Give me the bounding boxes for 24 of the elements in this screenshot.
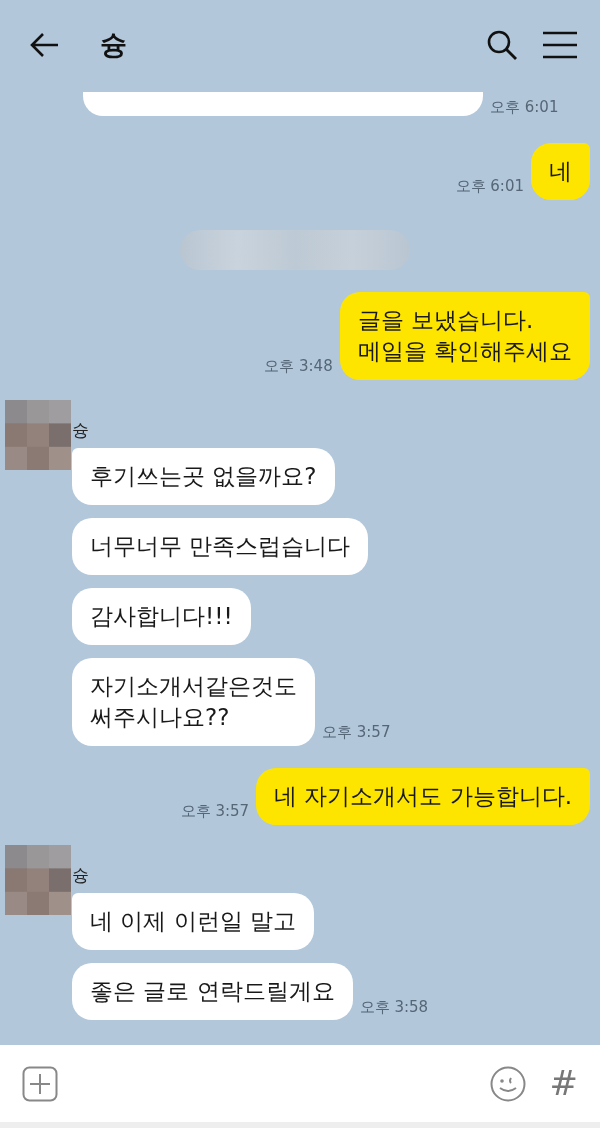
search-icon[interactable]	[486, 29, 518, 61]
message-bubble: 네	[531, 142, 590, 200]
message-time: 오후 3:58	[359, 996, 429, 1018]
chat-title: 슝	[100, 27, 127, 62]
message-bubble: 좋은 글로 연락드릴게요	[72, 962, 353, 1020]
message-time: 오후 3:57	[180, 801, 250, 823]
message-bubble: 자기소개서같은것도 써주시나요??	[72, 657, 315, 746]
message-bubble: 감사합니다!!!	[72, 587, 251, 645]
message-time: 오후 6:01	[490, 97, 559, 118]
message-time: 오후 3:48	[264, 356, 333, 378]
message-bubble: 네 자기소개서도 가능합니다.	[256, 767, 590, 825]
message-time: 오후 3:57	[322, 722, 391, 744]
sender-name: 슝	[72, 863, 90, 887]
message-time: 오후 6:01	[455, 176, 524, 198]
message-bubble: 후기쓰는곳 없을까요?	[72, 447, 335, 505]
sender-name: 슝	[72, 418, 90, 442]
message-bubble: 너무너무 만족스럽습니다	[72, 517, 369, 575]
hashtag-button[interactable]: #	[549, 1058, 578, 1109]
add-icon[interactable]	[22, 1065, 58, 1102]
emoji-icon[interactable]	[489, 1065, 526, 1102]
menu-icon[interactable]	[542, 31, 578, 59]
message-bubble: 네 이제 이런일 말고	[72, 892, 314, 950]
back-arrow-icon[interactable]	[30, 32, 60, 58]
message-bubble: 글을 보냈습니다. 메일을 확인해주세요	[339, 291, 590, 380]
